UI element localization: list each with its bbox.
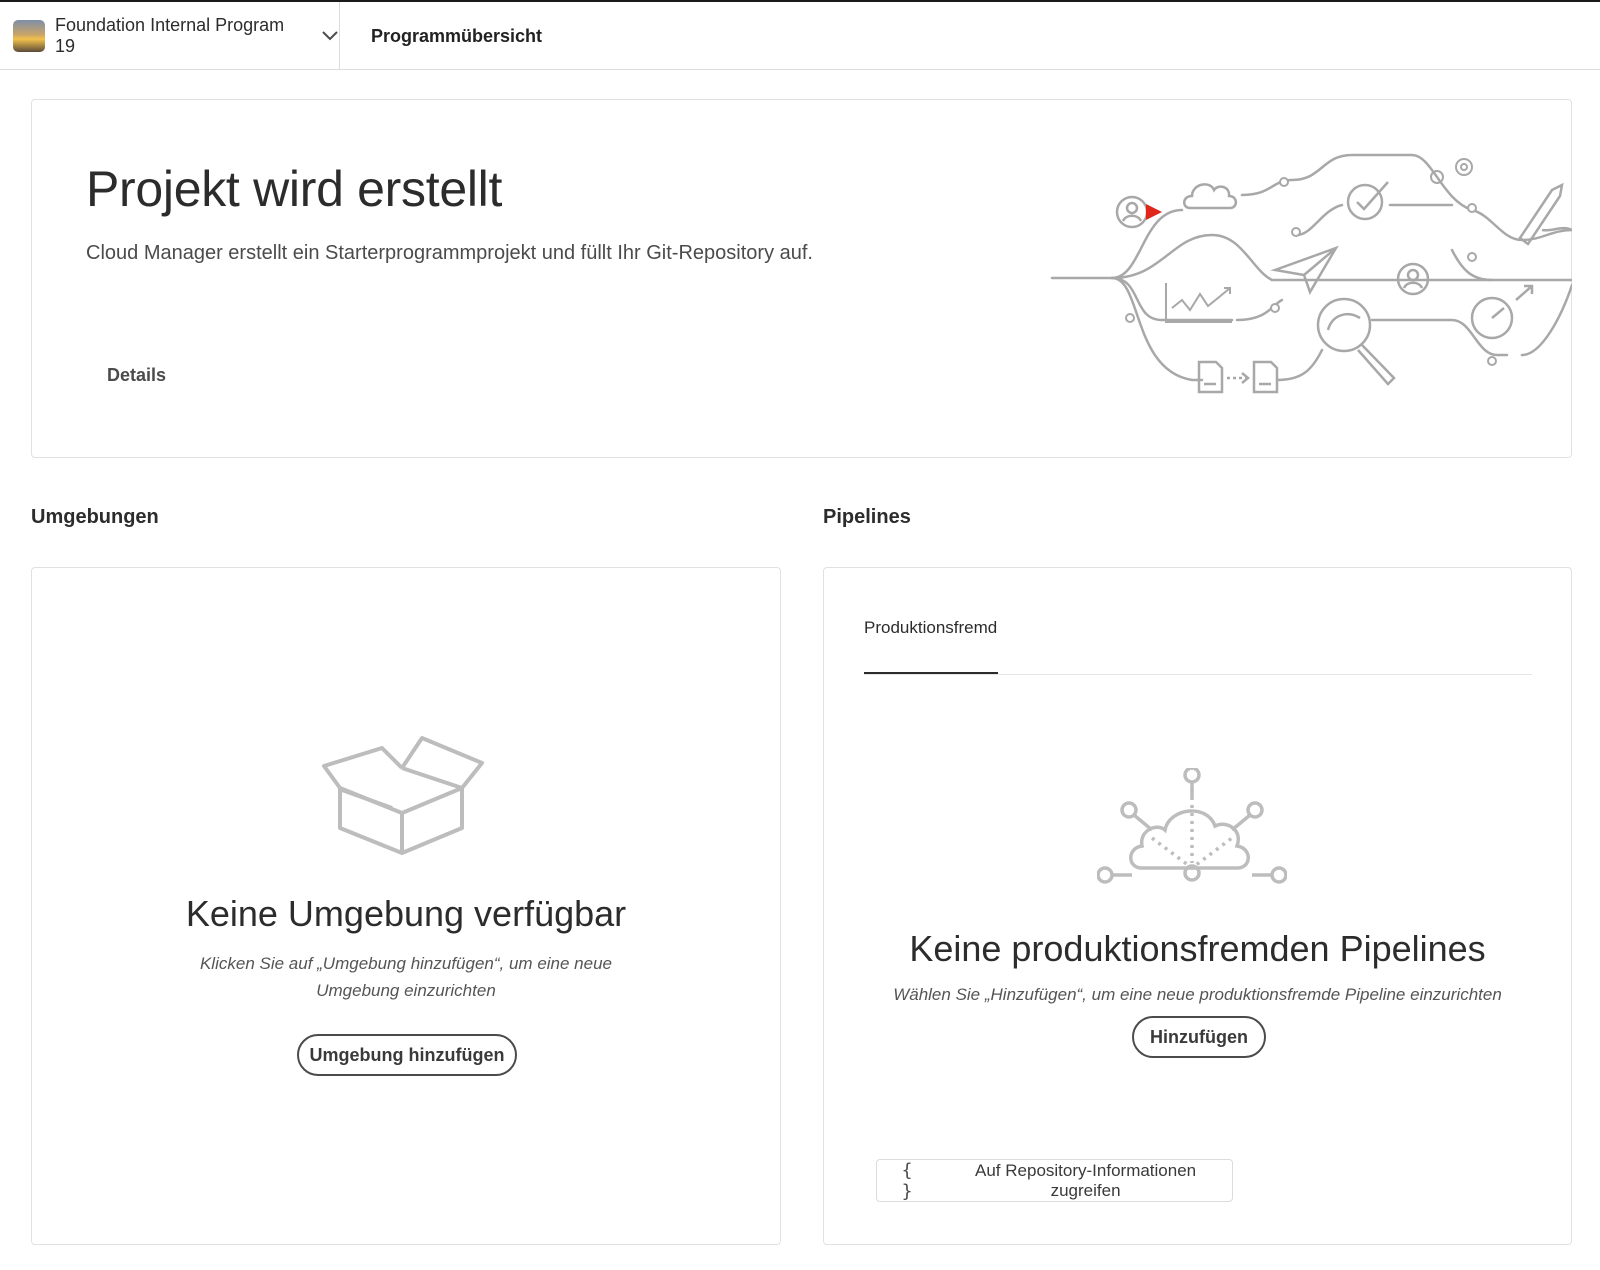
project-status-card: Projekt wird erstellt Cloud Manager erst… bbox=[31, 99, 1572, 458]
program-avatar bbox=[13, 20, 45, 52]
page-title: Programmübersicht bbox=[371, 25, 543, 46]
project-status-description: Cloud Manager erstellt ein Starterprogra… bbox=[86, 242, 813, 264]
program-switcher[interactable]: Foundation Internal Program 19 bbox=[0, 2, 340, 70]
chevron-down-icon[interactable] bbox=[321, 27, 339, 45]
environments-empty-title: Keine Umgebung verfügbar bbox=[185, 893, 627, 934]
pipelines-empty-title: Keine produktionsfremden Pipelines bbox=[909, 928, 1486, 969]
environments-empty-desc-line1: Klicken Sie auf „Umgebung hinzufügen“, u… bbox=[199, 954, 613, 973]
add-pipeline-button[interactable]: Hinzufügen bbox=[1132, 1016, 1266, 1058]
tab-non-production[interactable]: Produktionsfremd bbox=[864, 618, 997, 638]
pipelines-empty-desc: Wählen Sie „Hinzufügen“, um eine neue pr… bbox=[893, 985, 1502, 1004]
pipelines-card: Produktionsfremd Keine produktionsfremde… bbox=[823, 567, 1572, 1245]
code-braces-icon: { } bbox=[901, 1159, 915, 1202]
add-environment-button[interactable]: Umgebung hinzufügen bbox=[297, 1034, 517, 1076]
repository-info-button[interactable]: { } Auf Repository-Informationen zugreif… bbox=[876, 1159, 1233, 1202]
tab-divider bbox=[864, 674, 1532, 675]
environments-card: Keine Umgebung verfügbar Klicken Sie auf… bbox=[31, 567, 781, 1245]
program-name: Foundation Internal Program 19 bbox=[55, 15, 285, 56]
cloud-network-icon bbox=[1097, 768, 1287, 884]
environments-empty-desc-line2: Umgebung einzurichten bbox=[316, 981, 496, 1000]
top-bar: Foundation Internal Program 19 Programmü… bbox=[0, 0, 1600, 70]
environments-section-title: Umgebungen bbox=[31, 506, 159, 528]
repository-info-label: Auf Repository-Informationen zugreifen bbox=[975, 1160, 1197, 1200]
pipelines-section-title: Pipelines bbox=[823, 506, 911, 528]
project-status-title: Projekt wird erstellt bbox=[86, 161, 503, 217]
workflow-illustration bbox=[1050, 153, 1572, 394]
open-box-icon bbox=[322, 736, 484, 855]
details-link[interactable]: Details bbox=[107, 365, 166, 386]
